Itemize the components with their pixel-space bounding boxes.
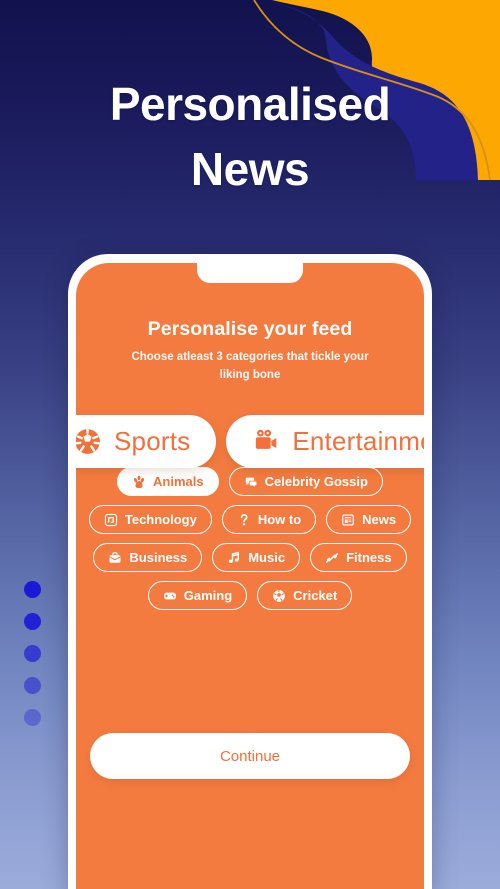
chip-animals[interactable]: Animals: [117, 467, 219, 496]
chip-label: Cricket: [293, 588, 338, 603]
pagination-dot-5[interactable]: [24, 709, 41, 726]
chip-label: Technology: [124, 512, 197, 527]
chip-news[interactable]: News: [326, 505, 412, 534]
featured-chip-label: Sports: [114, 426, 191, 456]
featured-chip-sports[interactable]: Sports: [76, 415, 217, 468]
chip-label: Fitness: [346, 550, 392, 565]
featured-chip-entertainment[interactable]: Entertainment: [226, 415, 424, 468]
featured-category-row: Sports Entertainment: [76, 415, 424, 468]
movie-camera-icon: [252, 428, 279, 455]
music-note-icon: [227, 551, 241, 565]
chip-row-1: Animals Celebrity Gossip: [86, 467, 414, 496]
dumbbell-icon: [325, 551, 339, 565]
chip-label: Celebrity Gossip: [264, 474, 368, 489]
pagination-dot-3[interactable]: [24, 645, 41, 662]
chip-row-2: Technology How to News: [86, 505, 414, 534]
chip-label: Animals: [153, 474, 204, 489]
chip-music[interactable]: Music: [212, 543, 301, 572]
chip-how-to[interactable]: How to: [221, 505, 317, 534]
phone-mockup: Personalise your feed Choose atleast 3 c…: [68, 254, 432, 889]
chip-cricket[interactable]: Cricket: [257, 581, 353, 610]
chip-label: Music: [248, 550, 286, 565]
continue-button[interactable]: Continue: [90, 733, 410, 779]
chip-celebrity-gossip[interactable]: Celebrity Gossip: [228, 467, 383, 496]
pagination-dot-4[interactable]: [24, 677, 41, 694]
cricket-ball-icon: [272, 589, 286, 603]
chip-fitness[interactable]: Fitness: [310, 543, 407, 572]
chip-technology[interactable]: Technology: [88, 505, 212, 534]
paw-icon: [132, 475, 146, 489]
chip-label: How to: [257, 512, 302, 527]
page-title: Personalised News: [0, 72, 500, 203]
pagination-dot-2[interactable]: [24, 613, 41, 630]
featured-chip-label: Entertainment: [292, 426, 424, 456]
chip-business[interactable]: Business: [93, 543, 203, 572]
chip-gaming[interactable]: Gaming: [147, 581, 248, 610]
microchip-icon: [104, 513, 118, 527]
category-chip-grid: Animals Celebrity Gossip Technology How …: [76, 467, 424, 610]
pagination-dot-1[interactable]: [24, 581, 41, 598]
screen-subheading: Choose atleast 3 categories that tickle …: [131, 351, 369, 381]
soccer-ball-icon: [76, 428, 101, 455]
phone-screen: Personalise your feed Choose atleast 3 c…: [76, 263, 424, 889]
chip-row-3: Business Music Fitness: [86, 543, 414, 572]
question-mark-icon: [237, 513, 251, 527]
phone-notch: [197, 263, 303, 283]
newspaper-icon: [341, 513, 355, 527]
chip-label: Business: [129, 550, 188, 565]
chat-bubbles-icon: [244, 475, 258, 489]
chip-label: News: [362, 512, 397, 527]
app-screenshot: Personalised News Personalise your feed …: [0, 0, 500, 889]
pagination-dots[interactable]: [24, 581, 41, 726]
page-title-line-2: News: [190, 143, 310, 196]
page-title-line-1: Personalised: [109, 78, 391, 130]
screen-heading: Personalise your feed: [147, 318, 353, 340]
gamepad-icon: [163, 589, 177, 603]
continue-button-label: Continue: [219, 747, 281, 765]
chip-row-4: Gaming Cricket: [86, 581, 414, 610]
briefcase-icon: [108, 551, 122, 565]
chip-label: Gaming: [183, 588, 233, 603]
